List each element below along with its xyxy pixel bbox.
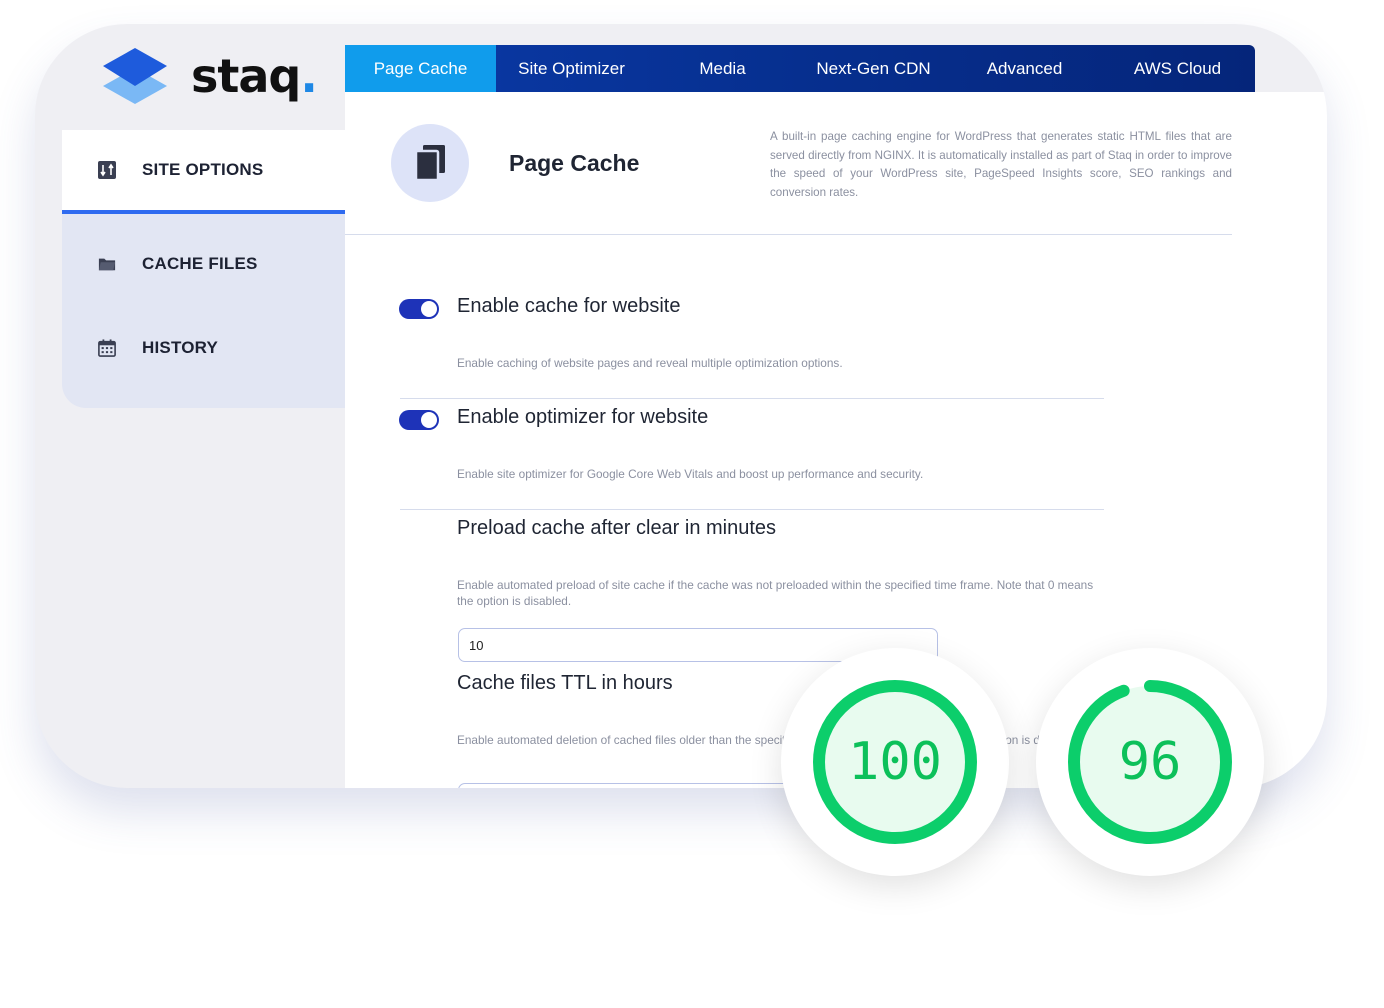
performance-score-gauge: 100 (781, 648, 1009, 876)
staq-logo[interactable]: staq. (101, 46, 318, 106)
divider (400, 398, 1104, 399)
tab-page-cache[interactable]: Page Cache (345, 45, 496, 92)
optimizer-toggle[interactable] (399, 410, 439, 430)
header-divider (345, 234, 1232, 235)
sidebar-item-label: HISTORY (142, 338, 219, 357)
calendar-icon (98, 339, 116, 357)
cache-toggle[interactable] (399, 299, 439, 319)
tab-next-gen-cdn[interactable]: Next-Gen CDN (798, 45, 949, 92)
top-tab-bar: Page Cache Site Optimizer Media Next-Gen… (345, 45, 1255, 92)
accessibility-score-gauge: 96 (1036, 648, 1264, 876)
page-description: A built-in page caching engine for WordP… (770, 130, 1232, 199)
page-cache-header-icon (391, 124, 469, 202)
divider (400, 509, 1104, 510)
copy-icon (415, 145, 445, 181)
sidebar-item-cache-files[interactable]: CACHE FILES (62, 222, 345, 306)
layers-logo-icon (103, 48, 167, 104)
score-value: 96 (1118, 732, 1182, 792)
folder-icon (98, 255, 116, 273)
brand-name: staq. (191, 49, 318, 103)
option-title: Enable optimizer for website (457, 406, 709, 428)
field-title: Preload cache after clear in minutes (457, 517, 777, 539)
sidebar: SITE OPTIONS CACHE FILES HISTORY (62, 130, 345, 408)
sidebar-item-site-options[interactable]: SITE OPTIONS (62, 130, 345, 214)
tab-aws-cloud[interactable]: AWS Cloud (1100, 45, 1255, 92)
sidebar-secondary-items: CACHE FILES HISTORY (62, 214, 345, 408)
field-description: Enable automated preload of site cache i… (457, 578, 1094, 608)
field-title: Cache files TTL in hours (457, 672, 673, 694)
sidebar-item-history[interactable]: HISTORY (62, 306, 345, 390)
sidebar-item-label: CACHE FILES (142, 254, 258, 273)
sliders-icon (98, 161, 116, 179)
tab-site-optimizer[interactable]: Site Optimizer (496, 45, 647, 92)
option-title: Enable cache for website (457, 295, 681, 317)
option-description: Enable caching of website pages and reve… (457, 356, 843, 370)
sidebar-item-label: SITE OPTIONS (142, 160, 264, 179)
score-value: 100 (848, 732, 942, 792)
tab-advanced[interactable]: Advanced (949, 45, 1100, 92)
page-title: Page Cache (509, 150, 640, 176)
option-description: Enable site optimizer for Google Core We… (457, 467, 924, 481)
tab-media[interactable]: Media (647, 45, 798, 92)
